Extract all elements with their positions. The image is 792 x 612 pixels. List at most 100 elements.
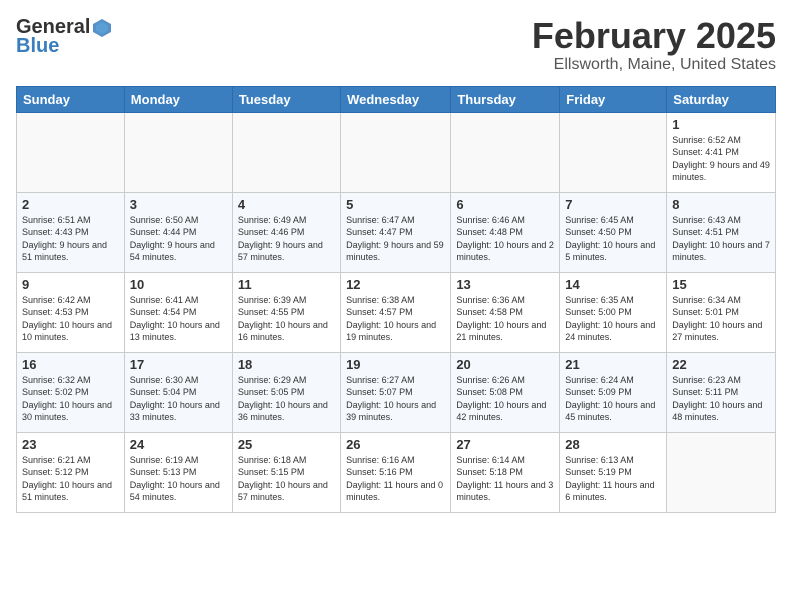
day-number: 5 xyxy=(346,197,445,212)
calendar-day-cell: 25 Sunrise: 6:18 AMSunset: 5:15 PMDayligh… xyxy=(232,432,340,512)
calendar-day-cell: 22 Sunrise: 6:23 AMSunset: 5:11 PMDayligh… xyxy=(667,352,776,432)
day-number: 9 xyxy=(22,277,119,292)
day-number: 11 xyxy=(238,277,335,292)
day-info: Sunrise: 6:21 AMSunset: 5:12 PMDaylight:… xyxy=(22,454,119,504)
day-info: Sunrise: 6:43 AMSunset: 4:51 PMDaylight:… xyxy=(672,214,770,264)
day-number: 8 xyxy=(672,197,770,212)
title-block: February 2025 Ellsworth, Maine, United S… xyxy=(532,16,776,74)
calendar-day-header: Friday xyxy=(560,86,667,112)
calendar-day-cell: 13 Sunrise: 6:36 AMSunset: 4:58 PMDayligh… xyxy=(451,272,560,352)
day-number: 17 xyxy=(130,357,227,372)
calendar-week-row: 9 Sunrise: 6:42 AMSunset: 4:53 PMDaylight… xyxy=(17,272,776,352)
calendar-day-header: Wednesday xyxy=(341,86,451,112)
day-number: 14 xyxy=(565,277,661,292)
calendar-day-cell: 15 Sunrise: 6:34 AMSunset: 5:01 PMDayligh… xyxy=(667,272,776,352)
calendar-day-cell: 9 Sunrise: 6:42 AMSunset: 4:53 PMDaylight… xyxy=(17,272,125,352)
calendar-day-cell: 17 Sunrise: 6:30 AMSunset: 5:04 PMDayligh… xyxy=(124,352,232,432)
day-number: 7 xyxy=(565,197,661,212)
day-number: 10 xyxy=(130,277,227,292)
day-info: Sunrise: 6:51 AMSunset: 4:43 PMDaylight:… xyxy=(22,214,119,264)
day-info: Sunrise: 6:35 AMSunset: 5:00 PMDaylight:… xyxy=(565,294,661,344)
day-info: Sunrise: 6:50 AMSunset: 4:44 PMDaylight:… xyxy=(130,214,227,264)
calendar-day-cell: 7 Sunrise: 6:45 AMSunset: 4:50 PMDaylight… xyxy=(560,192,667,272)
day-number: 15 xyxy=(672,277,770,292)
calendar-day-cell: 18 Sunrise: 6:29 AMSunset: 5:05 PMDayligh… xyxy=(232,352,340,432)
day-info: Sunrise: 6:30 AMSunset: 5:04 PMDaylight:… xyxy=(130,374,227,424)
calendar-week-row: 16 Sunrise: 6:32 AMSunset: 5:02 PMDayligh… xyxy=(17,352,776,432)
day-info: Sunrise: 6:49 AMSunset: 4:46 PMDaylight:… xyxy=(238,214,335,264)
day-info: Sunrise: 6:42 AMSunset: 4:53 PMDaylight:… xyxy=(22,294,119,344)
day-number: 21 xyxy=(565,357,661,372)
day-number: 24 xyxy=(130,437,227,452)
calendar-week-row: 1 Sunrise: 6:52 AMSunset: 4:41 PMDaylight… xyxy=(17,112,776,192)
day-info: Sunrise: 6:34 AMSunset: 5:01 PMDaylight:… xyxy=(672,294,770,344)
day-number: 22 xyxy=(672,357,770,372)
calendar-day-cell xyxy=(451,112,560,192)
day-info: Sunrise: 6:14 AMSunset: 5:18 PMDaylight:… xyxy=(456,454,554,504)
day-info: Sunrise: 6:47 AMSunset: 4:47 PMDaylight:… xyxy=(346,214,445,264)
calendar-day-cell: 23 Sunrise: 6:21 AMSunset: 5:12 PMDayligh… xyxy=(17,432,125,512)
day-number: 13 xyxy=(456,277,554,292)
day-number: 1 xyxy=(672,117,770,132)
day-number: 16 xyxy=(22,357,119,372)
day-number: 23 xyxy=(22,437,119,452)
calendar-day-cell: 10 Sunrise: 6:41 AMSunset: 4:54 PMDayligh… xyxy=(124,272,232,352)
day-info: Sunrise: 6:26 AMSunset: 5:08 PMDaylight:… xyxy=(456,374,554,424)
day-number: 18 xyxy=(238,357,335,372)
logo-blue: Blue xyxy=(16,35,114,58)
day-number: 19 xyxy=(346,357,445,372)
day-info: Sunrise: 6:32 AMSunset: 5:02 PMDaylight:… xyxy=(22,374,119,424)
calendar-day-cell: 26 Sunrise: 6:16 AMSunset: 5:16 PMDayligh… xyxy=(341,432,451,512)
calendar-day-cell: 16 Sunrise: 6:32 AMSunset: 5:02 PMDayligh… xyxy=(17,352,125,432)
calendar-day-header: Monday xyxy=(124,86,232,112)
calendar-day-cell: 21 Sunrise: 6:24 AMSunset: 5:09 PMDayligh… xyxy=(560,352,667,432)
day-info: Sunrise: 6:24 AMSunset: 5:09 PMDaylight:… xyxy=(565,374,661,424)
day-number: 28 xyxy=(565,437,661,452)
calendar-day-cell xyxy=(17,112,125,192)
calendar-day-header: Thursday xyxy=(451,86,560,112)
day-info: Sunrise: 6:16 AMSunset: 5:16 PMDaylight:… xyxy=(346,454,445,504)
day-number: 6 xyxy=(456,197,554,212)
day-number: 12 xyxy=(346,277,445,292)
calendar-day-header: Tuesday xyxy=(232,86,340,112)
calendar-day-cell: 8 Sunrise: 6:43 AMSunset: 4:51 PMDaylight… xyxy=(667,192,776,272)
day-number: 20 xyxy=(456,357,554,372)
calendar-day-cell: 3 Sunrise: 6:50 AMSunset: 4:44 PMDaylight… xyxy=(124,192,232,272)
day-number: 2 xyxy=(22,197,119,212)
day-info: Sunrise: 6:19 AMSunset: 5:13 PMDaylight:… xyxy=(130,454,227,504)
calendar-day-header: Sunday xyxy=(17,86,125,112)
calendar-day-cell: 19 Sunrise: 6:27 AMSunset: 5:07 PMDayligh… xyxy=(341,352,451,432)
day-info: Sunrise: 6:29 AMSunset: 5:05 PMDaylight:… xyxy=(238,374,335,424)
calendar-day-cell: 14 Sunrise: 6:35 AMSunset: 5:00 PMDayligh… xyxy=(560,272,667,352)
calendar-day-cell: 28 Sunrise: 6:13 AMSunset: 5:19 PMDayligh… xyxy=(560,432,667,512)
calendar-day-cell: 24 Sunrise: 6:19 AMSunset: 5:13 PMDayligh… xyxy=(124,432,232,512)
day-info: Sunrise: 6:38 AMSunset: 4:57 PMDaylight:… xyxy=(346,294,445,344)
day-info: Sunrise: 6:36 AMSunset: 4:58 PMDaylight:… xyxy=(456,294,554,344)
day-info: Sunrise: 6:23 AMSunset: 5:11 PMDaylight:… xyxy=(672,374,770,424)
day-info: Sunrise: 6:46 AMSunset: 4:48 PMDaylight:… xyxy=(456,214,554,264)
header: General Blue February 2025 Ellsworth, Ma… xyxy=(16,16,776,74)
day-info: Sunrise: 6:52 AMSunset: 4:41 PMDaylight:… xyxy=(672,134,770,184)
logo: General Blue xyxy=(16,16,114,58)
page: General Blue February 2025 Ellsworth, Ma… xyxy=(0,0,792,612)
calendar-week-row: 23 Sunrise: 6:21 AMSunset: 5:12 PMDayligh… xyxy=(17,432,776,512)
calendar-day-cell: 5 Sunrise: 6:47 AMSunset: 4:47 PMDaylight… xyxy=(341,192,451,272)
day-info: Sunrise: 6:41 AMSunset: 4:54 PMDaylight:… xyxy=(130,294,227,344)
day-info: Sunrise: 6:45 AMSunset: 4:50 PMDaylight:… xyxy=(565,214,661,264)
main-title: February 2025 xyxy=(532,16,776,56)
day-number: 25 xyxy=(238,437,335,452)
day-info: Sunrise: 6:13 AMSunset: 5:19 PMDaylight:… xyxy=(565,454,661,504)
calendar-header-row: SundayMondayTuesdayWednesdayThursdayFrid… xyxy=(17,86,776,112)
calendar-day-cell xyxy=(232,112,340,192)
day-number: 3 xyxy=(130,197,227,212)
day-number: 4 xyxy=(238,197,335,212)
calendar-week-row: 2 Sunrise: 6:51 AMSunset: 4:43 PMDaylight… xyxy=(17,192,776,272)
day-info: Sunrise: 6:27 AMSunset: 5:07 PMDaylight:… xyxy=(346,374,445,424)
calendar-day-cell: 11Sunrise: 6:39 AMSunset: 4:55 PMDayligh… xyxy=(232,272,340,352)
calendar-day-cell: 6 Sunrise: 6:46 AMSunset: 4:48 PMDaylight… xyxy=(451,192,560,272)
day-info: Sunrise: 6:18 AMSunset: 5:15 PMDaylight:… xyxy=(238,454,335,504)
day-number: 26 xyxy=(346,437,445,452)
calendar-day-cell: 2 Sunrise: 6:51 AMSunset: 4:43 PMDaylight… xyxy=(17,192,125,272)
calendar-day-cell xyxy=(667,432,776,512)
calendar-day-cell xyxy=(124,112,232,192)
